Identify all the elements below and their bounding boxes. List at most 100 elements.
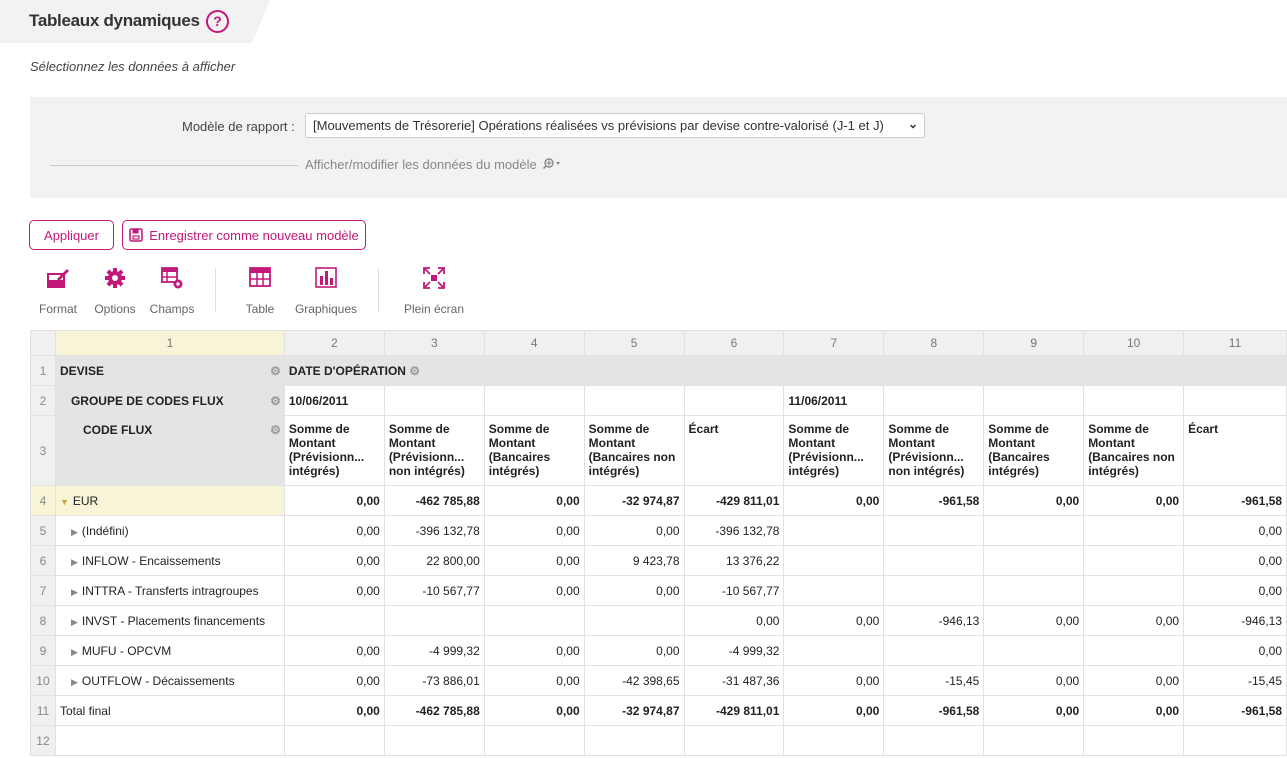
column-header[interactable]: 5 <box>583 330 685 356</box>
value-cell[interactable]: 0,00 <box>483 575 585 606</box>
value-cell[interactable]: -961,58 <box>1183 485 1287 516</box>
row-number[interactable]: 1 <box>30 355 56 386</box>
charts-tool[interactable]: Graphiques <box>292 264 360 316</box>
gear-icon[interactable]: ⚙ <box>409 364 420 378</box>
value-cell[interactable] <box>883 575 985 606</box>
expand-icon[interactable]: ▶ <box>71 617 78 627</box>
row-label-cell[interactable]: ▼ EUR <box>54 485 285 516</box>
value-cell[interactable]: 0,00 <box>983 695 1085 726</box>
row-number[interactable]: 9 <box>30 635 56 666</box>
value-cell[interactable] <box>883 515 985 546</box>
value-cell[interactable]: -396 132,78 <box>683 515 785 546</box>
value-cell[interactable]: -961,58 <box>883 695 985 726</box>
value-cell[interactable]: -429 811,01 <box>683 695 785 726</box>
row-number[interactable]: 5 <box>30 515 56 546</box>
value-cell[interactable]: 0,00 <box>483 665 585 696</box>
row-number[interactable]: 2 <box>30 385 56 416</box>
value-cell[interactable]: 0,00 <box>983 605 1085 636</box>
value-cell[interactable]: -4 999,32 <box>683 635 785 666</box>
gear-icon[interactable]: ⚙ <box>270 423 281 437</box>
save-model-button[interactable]: Enregistrer comme nouveau modèle <box>122 220 366 250</box>
value-cell[interactable]: 0,00 <box>283 695 385 726</box>
row-label-cell[interactable]: ▶ OUTFLOW - Décaissements <box>54 665 285 696</box>
value-cell[interactable]: 22 800,00 <box>383 545 485 576</box>
value-cell[interactable] <box>983 515 1085 546</box>
value-cell[interactable]: 0,00 <box>283 575 385 606</box>
value-cell[interactable]: 0,00 <box>1183 545 1287 576</box>
value-cell[interactable]: 0,00 <box>683 605 785 636</box>
groupe-field[interactable]: GROUPE DE CODES FLUX ⚙ <box>54 385 285 416</box>
value-cell[interactable]: -10 567,77 <box>383 575 485 606</box>
value-cell[interactable]: -961,58 <box>883 485 985 516</box>
column-header[interactable]: 9 <box>983 330 1085 356</box>
value-cell[interactable] <box>383 605 485 636</box>
value-cell[interactable]: -15,45 <box>1183 665 1287 696</box>
value-cell[interactable]: -32 974,87 <box>583 485 685 516</box>
value-cell[interactable]: 0,00 <box>283 485 385 516</box>
value-cell[interactable] <box>783 575 885 606</box>
value-cell[interactable] <box>583 605 685 636</box>
value-cell[interactable] <box>983 575 1085 606</box>
value-cell[interactable]: 0,00 <box>783 695 885 726</box>
expand-icon[interactable]: ▶ <box>71 587 78 597</box>
expand-icon[interactable]: ▶ <box>71 647 78 657</box>
value-cell[interactable] <box>983 545 1085 576</box>
value-cell[interactable]: 0,00 <box>983 665 1085 696</box>
value-cell[interactable] <box>883 635 985 666</box>
format-tool[interactable]: Format <box>34 264 82 316</box>
value-cell[interactable]: 13 376,22 <box>683 545 785 576</box>
value-cell[interactable] <box>783 545 885 576</box>
value-cell[interactable]: 0,00 <box>1083 695 1185 726</box>
expand-icon[interactable]: ▶ <box>71 557 78 567</box>
row-number[interactable]: 12 <box>30 725 56 756</box>
value-cell[interactable]: 0,00 <box>983 485 1085 516</box>
row-number[interactable]: 8 <box>30 605 56 636</box>
value-cell[interactable]: -31 487,36 <box>683 665 785 696</box>
row-number[interactable]: 11 <box>30 695 56 726</box>
value-cell[interactable] <box>1083 515 1185 546</box>
row-label-cell[interactable]: ▶ INTTRA - Transferts intragroupes <box>54 575 285 606</box>
value-cell[interactable]: 0,00 <box>483 485 585 516</box>
column-header[interactable]: 1 <box>54 330 285 356</box>
value-cell[interactable] <box>283 605 385 636</box>
value-cell[interactable]: 0,00 <box>1183 575 1287 606</box>
row-label-cell[interactable]: ▶ MUFU - OPCVM <box>54 635 285 666</box>
column-header[interactable]: 6 <box>683 330 785 356</box>
value-cell[interactable]: -462 785,88 <box>383 695 485 726</box>
devise-field[interactable]: DEVISE ⚙ <box>54 355 285 386</box>
value-cell[interactable]: -396 132,78 <box>383 515 485 546</box>
value-cell[interactable]: 0,00 <box>483 515 585 546</box>
apply-button[interactable]: Appliquer <box>29 220 114 250</box>
value-cell[interactable]: 0,00 <box>583 515 685 546</box>
value-cell[interactable]: 0,00 <box>783 485 885 516</box>
value-cell[interactable]: 0,00 <box>283 635 385 666</box>
value-cell[interactable]: -42 398,65 <box>583 665 685 696</box>
column-header[interactable]: 8 <box>883 330 985 356</box>
expand-icon[interactable]: ▶ <box>71 527 78 537</box>
value-cell[interactable]: -946,13 <box>883 605 985 636</box>
gear-icon[interactable]: ⚙ <box>270 364 281 378</box>
row-number[interactable]: 10 <box>30 665 56 696</box>
value-cell[interactable]: 0,00 <box>483 635 585 666</box>
value-cell[interactable] <box>783 515 885 546</box>
fields-tool[interactable]: Champs <box>146 264 198 316</box>
table-tool[interactable]: Table <box>238 264 282 316</box>
column-header[interactable]: 3 <box>383 330 485 356</box>
show-model-data-link[interactable]: Afficher/modifier les données du modèle <box>305 157 563 172</box>
value-cell[interactable]: 0,00 <box>283 545 385 576</box>
value-cell[interactable] <box>483 605 585 636</box>
row-number[interactable]: 6 <box>30 545 56 576</box>
value-cell[interactable]: 0,00 <box>283 665 385 696</box>
value-cell[interactable] <box>983 635 1085 666</box>
value-cell[interactable]: 0,00 <box>583 635 685 666</box>
column-header[interactable]: 2 <box>283 330 385 356</box>
model-select[interactable]: [Mouvements de Trésorerie] Opérations ré… <box>305 113 925 138</box>
row-label-cell[interactable]: ▶ INVST - Placements financements <box>54 605 285 636</box>
value-cell[interactable]: -4 999,32 <box>383 635 485 666</box>
row-number[interactable]: 3 <box>30 415 56 486</box>
value-cell[interactable]: 0,00 <box>783 665 885 696</box>
column-header[interactable]: 7 <box>783 330 885 356</box>
column-header[interactable]: 11 <box>1183 330 1287 356</box>
gear-icon[interactable]: ⚙ <box>270 394 281 408</box>
value-cell[interactable]: -462 785,88 <box>383 485 485 516</box>
